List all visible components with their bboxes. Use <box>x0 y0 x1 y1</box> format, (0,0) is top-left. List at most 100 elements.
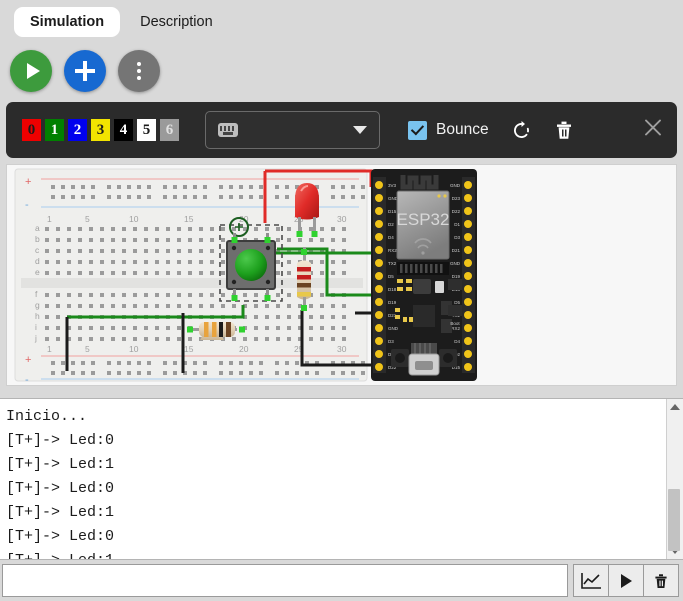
chevron-down-icon <box>353 126 367 134</box>
more-options-button[interactable] <box>118 50 160 92</box>
svg-text:d: d <box>35 256 40 266</box>
svg-text:D4: D4 <box>388 235 394 240</box>
svg-text:5: 5 <box>85 344 90 354</box>
console-line: [T+]-> Led:1 <box>6 456 115 473</box>
play-icon <box>26 63 40 79</box>
console-line: [T+]-> Led:0 <box>6 528 115 545</box>
svg-text:D21: D21 <box>452 248 461 253</box>
send-button[interactable] <box>608 564 644 597</box>
svg-text:D22: D22 <box>452 209 461 214</box>
svg-text:-: - <box>25 374 29 385</box>
svg-text:j: j <box>34 333 37 343</box>
svg-text:15: 15 <box>184 344 194 354</box>
svg-text:D23: D23 <box>452 196 461 201</box>
svg-text:D5: D5 <box>454 300 460 305</box>
delete-button[interactable] <box>554 119 574 141</box>
key-badge-5[interactable]: 5 <box>137 119 156 141</box>
scrollbar-thumb[interactable] <box>668 489 680 551</box>
svg-text:D3: D3 <box>454 235 460 240</box>
scroll-up-icon[interactable] <box>670 404 680 410</box>
reset-button[interactable] <box>511 120 532 141</box>
svg-text:D19: D19 <box>452 274 461 279</box>
svg-text:3V3: 3V3 <box>388 183 397 188</box>
key-badge-1[interactable]: 1 <box>45 119 64 141</box>
svg-text:D2: D2 <box>388 222 394 227</box>
tab-bar: Simulation Description <box>0 0 683 44</box>
bounce-checkbox[interactable] <box>408 120 427 140</box>
input-mode-select[interactable] <box>205 111 380 149</box>
add-part-button[interactable] <box>64 50 106 92</box>
svg-text:D5: D5 <box>388 274 394 279</box>
svg-text:10: 10 <box>129 214 139 224</box>
console-line: [T+]-> Led:1 <box>6 504 115 521</box>
run-simulation-button[interactable] <box>10 50 52 92</box>
svg-text:30: 30 <box>337 344 347 354</box>
svg-text:20: 20 <box>239 344 249 354</box>
svg-text:+: + <box>25 176 31 188</box>
svg-text:30: 30 <box>337 214 347 224</box>
svg-text:D1: D1 <box>454 222 460 227</box>
svg-text:e: e <box>35 267 40 277</box>
svg-text:RX2: RX2 <box>451 326 460 331</box>
serial-console[interactable]: Inicio... [T+]-> Led:0 [T+]-> Led:1 [T+]… <box>0 398 683 560</box>
svg-text:D3: D3 <box>388 339 394 344</box>
key-badge-0[interactable]: 0 <box>22 119 41 141</box>
console-output: Inicio... [T+]-> Led:0 [T+]-> Led:1 [T+]… <box>0 399 666 559</box>
svg-text:Boot: Boot <box>450 321 460 326</box>
console-scrollbar[interactable] <box>666 399 683 559</box>
tab-description[interactable]: Description <box>124 7 229 37</box>
console-line: [T+]-> Led:0 <box>6 432 115 449</box>
simulator-app: Simulation Description 0 1 2 3 4 5 6 Bou… <box>0 0 683 601</box>
svg-text:GND: GND <box>450 261 461 266</box>
kebab-menu-icon <box>137 62 141 80</box>
keypad-control-panel: 0 1 2 3 4 5 6 Bounce <box>6 102 677 158</box>
svg-text:10: 10 <box>129 344 139 354</box>
svg-text:b: b <box>35 234 40 244</box>
svg-text:1: 1 <box>47 344 52 354</box>
svg-text:GND: GND <box>388 326 399 331</box>
svg-text:ESP32: ESP32 <box>397 210 450 229</box>
console-line: [T+]-> Led:0 <box>6 480 115 497</box>
svg-text:D18: D18 <box>388 287 397 292</box>
close-panel-button[interactable] <box>643 118 663 143</box>
console-line: [T+]-> Led:1 <box>6 549 666 559</box>
svg-text:i: i <box>35 322 37 332</box>
rotate-refresh-icon <box>513 120 529 138</box>
svg-text:TX2: TX2 <box>388 261 397 266</box>
tab-simulation[interactable]: Simulation <box>14 7 121 37</box>
svg-text:D4: D4 <box>454 339 460 344</box>
svg-text:a: a <box>35 223 40 233</box>
key-badge-4[interactable]: 4 <box>114 119 133 141</box>
svg-text:1: 1 <box>47 214 52 224</box>
svg-text:RX2: RX2 <box>388 248 397 253</box>
trash-icon <box>655 573 667 588</box>
key-badge-3[interactable]: 3 <box>91 119 110 141</box>
circuit-canvas[interactable]: + - 1510 152025 30 <box>6 164 677 386</box>
close-icon <box>645 119 661 136</box>
key-badge-6[interactable]: 6 <box>160 119 179 141</box>
serial-plotter-button[interactable] <box>573 564 609 597</box>
svg-text:D15: D15 <box>388 209 397 214</box>
keyboard-icon <box>218 123 238 137</box>
clear-console-button[interactable] <box>643 564 679 597</box>
svg-text:15: 15 <box>184 214 194 224</box>
key-badge-group: 0 1 2 3 4 5 6 <box>22 119 179 141</box>
svg-text:GND: GND <box>450 183 461 188</box>
bounce-toggle[interactable]: Bounce <box>408 120 489 140</box>
action-button-row <box>0 44 683 102</box>
line-chart-icon <box>581 572 601 589</box>
console-line: Inicio... <box>6 408 88 425</box>
svg-text:h: h <box>35 311 40 321</box>
circuit-diagram: + - 1510 152025 30 <box>14 168 477 385</box>
send-play-icon <box>621 573 632 588</box>
key-badge-2[interactable]: 2 <box>68 119 87 141</box>
console-input-bar <box>0 560 683 601</box>
svg-text:g: g <box>35 300 40 310</box>
plus-icon <box>75 61 95 81</box>
svg-text:D19: D19 <box>388 300 397 305</box>
svg-text:-: - <box>25 199 29 211</box>
serial-input[interactable] <box>2 564 568 597</box>
trash-icon <box>556 121 571 139</box>
svg-text:5: 5 <box>85 214 90 224</box>
svg-text:+: + <box>25 354 31 366</box>
